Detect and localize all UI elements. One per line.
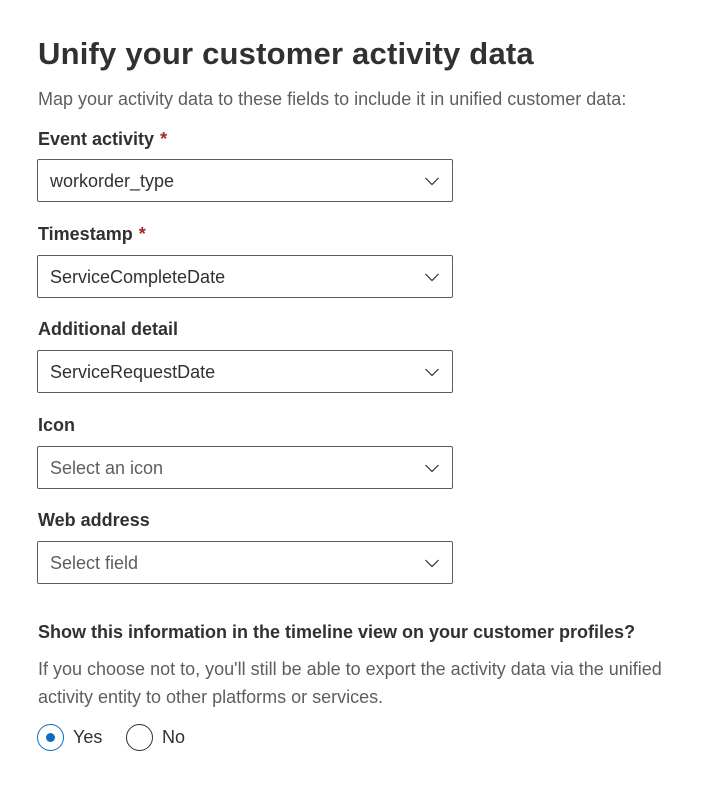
timestamp-dropdown[interactable]: ServiceCompleteDate: [37, 255, 453, 298]
chevron-down-icon: [425, 177, 439, 186]
timestamp-value: ServiceCompleteDate: [50, 267, 226, 287]
unify-activity-panel: Unify your customer activity data Map yo…: [0, 0, 703, 790]
page-title: Unify your customer activity data: [38, 36, 534, 71]
icon-dropdown[interactable]: Select an icon: [37, 446, 453, 489]
event-activity-dropdown[interactable]: workorder_type: [37, 159, 453, 202]
timeline-note: If you choose not to, you'll still be ab…: [38, 659, 662, 707]
radio-selected-dot: [46, 733, 55, 742]
timestamp-label: Timestamp *: [38, 224, 146, 245]
radio-yes-label: Yes: [73, 727, 103, 747]
radio-no-label: No: [162, 727, 186, 747]
event-activity-label: Event activity *: [38, 129, 167, 150]
web-address-label: Web address: [38, 510, 150, 530]
additional-detail-label: Additional detail: [38, 319, 179, 339]
required-asterisk: *: [160, 129, 168, 149]
chevron-down-icon: [425, 273, 439, 282]
web-address-placeholder: Select field: [50, 553, 139, 573]
timeline-question: Show this information in the timeline vi…: [38, 622, 636, 642]
chevron-down-icon: [425, 559, 439, 568]
timestamp-label-text: Timestamp: [38, 224, 133, 244]
web-address-dropdown[interactable]: Select field: [37, 541, 453, 584]
chevron-down-icon: [425, 368, 439, 377]
radio-yes[interactable]: Yes: [37, 724, 107, 752]
radio-no-circle[interactable]: [126, 724, 153, 751]
chevron-down-icon: [425, 464, 439, 473]
required-asterisk: *: [138, 224, 146, 244]
radio-no[interactable]: No: [126, 724, 196, 752]
additional-detail-dropdown[interactable]: ServiceRequestDate: [37, 350, 453, 393]
additional-detail-value: ServiceRequestDate: [50, 362, 216, 382]
page-subtitle: Map your activity data to these fields t…: [38, 89, 627, 109]
event-activity-value: workorder_type: [50, 171, 175, 191]
icon-label: Icon: [38, 415, 76, 435]
radio-yes-circle[interactable]: [37, 724, 64, 751]
event-activity-label-text: Event activity: [38, 129, 155, 149]
icon-placeholder: Select an icon: [50, 458, 164, 478]
